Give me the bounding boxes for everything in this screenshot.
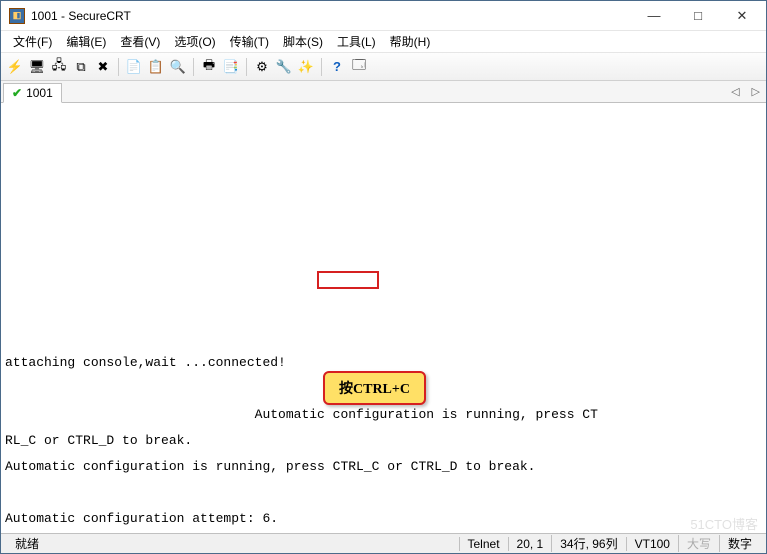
tab-bar: ✔ 1001 ◁ ▷ <box>1 81 766 103</box>
menu-script[interactable]: 脚本(S) <box>277 31 329 52</box>
session-tab[interactable]: ✔ 1001 <box>3 83 62 103</box>
keymap-icon[interactable]: 🔧 <box>274 57 294 77</box>
find-icon[interactable]: 🔍 <box>168 57 188 77</box>
tab-prev-icon[interactable]: ◁ <box>725 85 745 98</box>
status-size: 34行, 96列 <box>551 535 625 552</box>
maximize-button[interactable]: □ <box>676 2 720 30</box>
status-bar: 就绪 Telnet 20, 1 34行, 96列 VT100 大写 数字 <box>1 533 766 553</box>
callout-text: 按CTRL+C <box>339 382 410 397</box>
close-button[interactable]: ✕ <box>720 2 764 30</box>
annotation-callout: 按CTRL+C <box>323 371 426 405</box>
app-icon: ◧ <box>9 8 25 24</box>
menu-transfer[interactable]: 传输(T) <box>224 31 275 52</box>
terminal-line <box>5 486 762 499</box>
tab-next-icon[interactable]: ▷ <box>746 85 766 98</box>
paste-icon[interactable]: 📋 <box>146 57 166 77</box>
status-cursor-pos: 20, 1 <box>508 537 552 551</box>
terminal-line: RL_C or CTRL_D to break. <box>5 434 762 447</box>
disconnect-icon[interactable]: ⧉ <box>71 57 91 77</box>
window-controls: — □ ✕ <box>632 2 764 30</box>
terminal-line: Automatic configuration attempt: 6. <box>5 512 762 525</box>
status-ready: 就绪 <box>7 535 47 552</box>
terminal-line: attaching console,wait ...connected! <box>5 356 762 369</box>
print-icon[interactable]: 🖶 <box>199 57 219 77</box>
toolbar-separator <box>118 58 119 76</box>
about-icon[interactable]: 🗔 <box>349 57 369 77</box>
menu-bar: 文件(F) 编辑(E) 查看(V) 选项(O) 传输(T) 脚本(S) 工具(L… <box>1 31 766 53</box>
terminal-line: Automatic configuration is running, pres… <box>5 460 762 473</box>
toolbar-separator <box>246 58 247 76</box>
menu-file[interactable]: 文件(F) <box>7 31 58 52</box>
menu-options[interactable]: 选项(O) <box>168 31 221 52</box>
reconnect-icon[interactable]: 🖧 <box>49 57 69 77</box>
status-protocol: Telnet <box>459 537 508 551</box>
copy-icon[interactable]: 📄 <box>124 57 144 77</box>
terminal-pane[interactable]: attaching console,wait ...connected! Aut… <box>1 103 766 533</box>
toolbar-separator <box>321 58 322 76</box>
quick-connect-icon[interactable]: ⚡ <box>5 57 25 77</box>
toolbar: ⚡ 🖥 🖧 ⧉ ✖ 📄 📋 🔍 🖶 📑 ⚙ 🔧 ✨ ? 🗔 <box>1 53 766 81</box>
minimize-button[interactable]: — <box>632 2 676 30</box>
window-title: 1001 - SecureCRT <box>31 9 632 23</box>
terminal-line: Automatic configuration is running, pres… <box>5 408 762 421</box>
menu-tools[interactable]: 工具(L) <box>331 31 382 52</box>
menu-help[interactable]: 帮助(H) <box>384 31 437 52</box>
new-session-icon[interactable]: ✖ <box>93 57 113 77</box>
status-caps: 大写 <box>678 535 719 552</box>
toolbar-separator <box>193 58 194 76</box>
title-bar: ◧ 1001 - SecureCRT — □ ✕ <box>1 1 766 31</box>
menu-view[interactable]: 查看(V) <box>114 31 166 52</box>
status-emulation: VT100 <box>626 537 678 551</box>
status-num: 数字 <box>719 535 760 552</box>
session-options-icon[interactable]: ⚙ <box>252 57 272 77</box>
tab-label: 1001 <box>26 86 53 100</box>
properties-icon[interactable]: ✨ <box>296 57 316 77</box>
connected-check-icon: ✔ <box>12 86 22 100</box>
connect-icon[interactable]: 🖥 <box>27 57 47 77</box>
help-icon[interactable]: ? <box>327 57 347 77</box>
log-icon[interactable]: 📑 <box>221 57 241 77</box>
menu-edit[interactable]: 编辑(E) <box>60 31 112 52</box>
